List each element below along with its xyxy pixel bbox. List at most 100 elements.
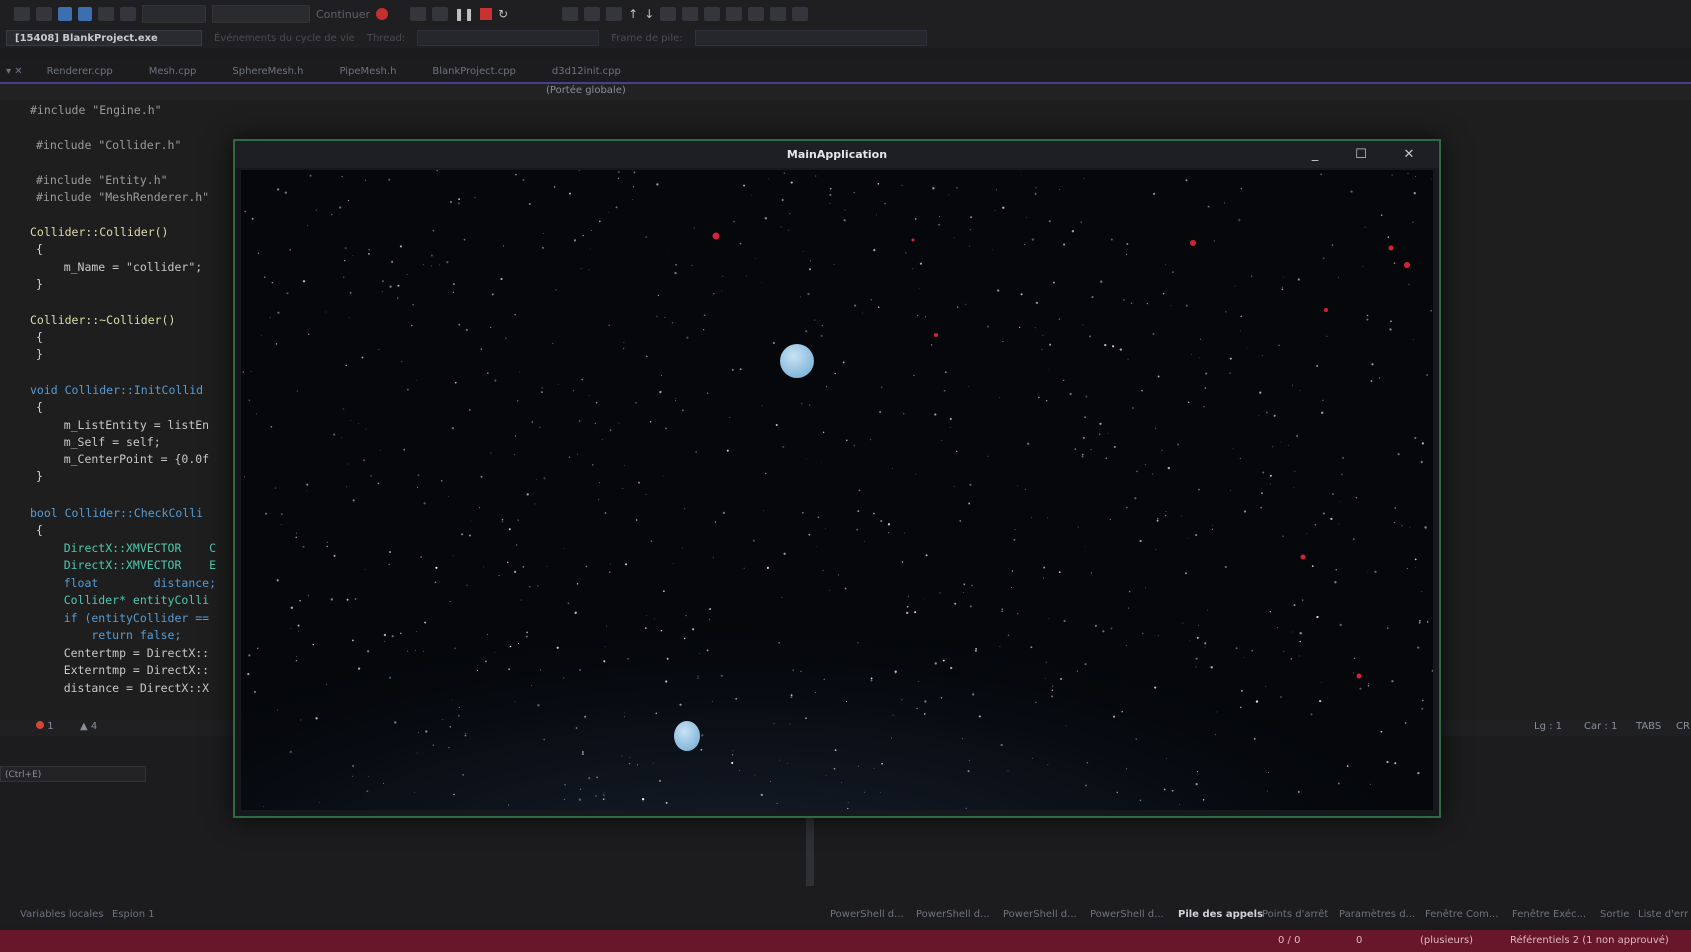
tab-breakpoints[interactable]: Points d'arrêt	[1262, 909, 1328, 920]
layout-icon[interactable]	[432, 7, 448, 21]
star	[1090, 448, 1092, 451]
hot-reload-icon[interactable]	[410, 7, 426, 21]
tab-powershell-2[interactable]: PowerShell d...	[916, 909, 990, 920]
tab-blankproject[interactable]: BlankProject.cpp	[414, 66, 533, 77]
star	[1196, 771, 1198, 773]
star	[1127, 607, 1130, 609]
step-out-icon[interactable]	[660, 7, 677, 21]
tab-pipemesh[interactable]: PipeMesh.h	[321, 66, 414, 77]
configuration-combo[interactable]	[142, 5, 206, 23]
red-star	[934, 333, 938, 337]
tab-powershell-4[interactable]: PowerShell d...	[1090, 909, 1164, 920]
star	[601, 438, 603, 440]
close-button[interactable]: ✕	[1389, 141, 1429, 168]
tab-powershell-3[interactable]: PowerShell d...	[1003, 909, 1077, 920]
render-viewport[interactable]	[241, 170, 1433, 810]
tabs-indicator[interactable]: TABS	[1636, 721, 1661, 732]
star	[1229, 372, 1231, 374]
star	[628, 762, 631, 765]
repositories-indicator[interactable]: Référentiels 2 (1 non approuvé)	[1510, 935, 1669, 946]
panel-splitter[interactable]	[806, 818, 814, 886]
step-down-icon[interactable]: ↓	[644, 7, 654, 21]
star	[568, 456, 571, 458]
star	[636, 764, 639, 766]
star	[366, 790, 369, 793]
error-count[interactable]: 1	[36, 721, 54, 732]
star	[546, 566, 548, 567]
pause-icon[interactable]: ❚❚	[454, 7, 474, 21]
warning-count[interactable]: ▲ 4	[80, 721, 97, 732]
main-application-window[interactable]: MainApplication _ ☐ ✕	[233, 139, 1441, 818]
tab-error-list[interactable]: Liste d'err	[1638, 909, 1688, 920]
bookmark-next-icon[interactable]	[792, 7, 809, 21]
star	[662, 475, 664, 477]
pin-icon[interactable]: ▾ ✕	[0, 66, 29, 77]
branch-indicator[interactable]: (plusieurs)	[1420, 935, 1473, 946]
lifecycle-events-label[interactable]: Événements du cycle de vie	[214, 33, 355, 44]
performance-icon[interactable]	[682, 7, 699, 21]
star	[388, 563, 390, 566]
maximize-button[interactable]: ☐	[1341, 141, 1381, 168]
star	[778, 642, 780, 644]
tab-watch[interactable]: Espion 1	[112, 909, 155, 920]
star	[1280, 696, 1282, 698]
star	[458, 706, 460, 708]
bookmark-icon[interactable]	[770, 7, 787, 21]
stack-frame-combo[interactable]	[694, 30, 927, 46]
minimize-button[interactable]: _	[1295, 141, 1335, 168]
tab-output[interactable]: Sortie	[1600, 909, 1629, 920]
tab-spheremesh[interactable]: SphereMesh.h	[214, 66, 321, 77]
star	[1288, 444, 1289, 446]
search-input[interactable]: (Ctrl+E)	[0, 766, 146, 782]
line-position-indicator[interactable]: 0 / 0	[1278, 935, 1300, 946]
fire-icon[interactable]	[376, 8, 388, 20]
step-into-icon[interactable]	[584, 7, 601, 21]
process-combo[interactable]: [15408] BlankProject.exe	[6, 30, 202, 46]
uncomment-icon[interactable]	[748, 7, 765, 21]
star	[1048, 369, 1049, 370]
tab-renderer[interactable]: Renderer.cpp	[29, 66, 131, 77]
diagnostics-icon[interactable]	[704, 7, 721, 21]
tab-call-stack[interactable]: Pile des appels	[1178, 909, 1263, 920]
star	[764, 217, 767, 220]
thread-combo[interactable]	[417, 30, 600, 46]
tab-mesh[interactable]: Mesh.cpp	[131, 66, 215, 77]
star	[529, 586, 531, 588]
star	[515, 544, 518, 546]
star	[352, 499, 355, 502]
eol-indicator[interactable]: CR	[1676, 721, 1690, 732]
star	[732, 750, 734, 752]
star	[1041, 349, 1043, 351]
star	[1111, 345, 1115, 348]
save-icon[interactable]	[58, 7, 72, 21]
tab-powershell-1[interactable]: PowerShell d...	[830, 909, 904, 920]
tab-immediate-window[interactable]: Fenêtre Exéc...	[1512, 909, 1586, 920]
platform-combo[interactable]	[212, 5, 310, 23]
star	[350, 420, 352, 421]
star	[772, 341, 776, 345]
tab-command-window[interactable]: Fenêtre Com...	[1425, 909, 1498, 920]
continue-button[interactable]: Continuer	[316, 8, 370, 21]
star	[1001, 610, 1003, 612]
step-up-icon[interactable]: ↑	[628, 7, 638, 21]
comment-icon[interactable]	[726, 7, 743, 21]
star	[1081, 455, 1084, 458]
back-icon[interactable]	[14, 7, 30, 21]
tab-parameters[interactable]: Paramètres d...	[1339, 909, 1415, 920]
restart-icon[interactable]: ↻	[498, 7, 508, 21]
tab-d3d12init[interactable]: d3d12init.cpp	[534, 66, 639, 77]
star	[1238, 218, 1241, 222]
redo-icon[interactable]	[120, 7, 136, 21]
scope-dropdown[interactable]: (Portée globale)	[546, 85, 626, 96]
show-next-statement-icon[interactable]	[562, 7, 579, 21]
tab-locals[interactable]: Variables locales	[20, 909, 104, 920]
star	[1258, 415, 1260, 416]
step-over-icon[interactable]	[606, 7, 623, 21]
stop-icon[interactable]	[480, 8, 493, 20]
save-all-icon[interactable]	[78, 7, 92, 21]
star	[411, 324, 413, 327]
pending-edits-indicator[interactable]: 0	[1356, 935, 1362, 946]
open-folder-icon[interactable]	[36, 7, 52, 21]
undo-icon[interactable]	[98, 7, 114, 21]
star	[1090, 572, 1092, 574]
